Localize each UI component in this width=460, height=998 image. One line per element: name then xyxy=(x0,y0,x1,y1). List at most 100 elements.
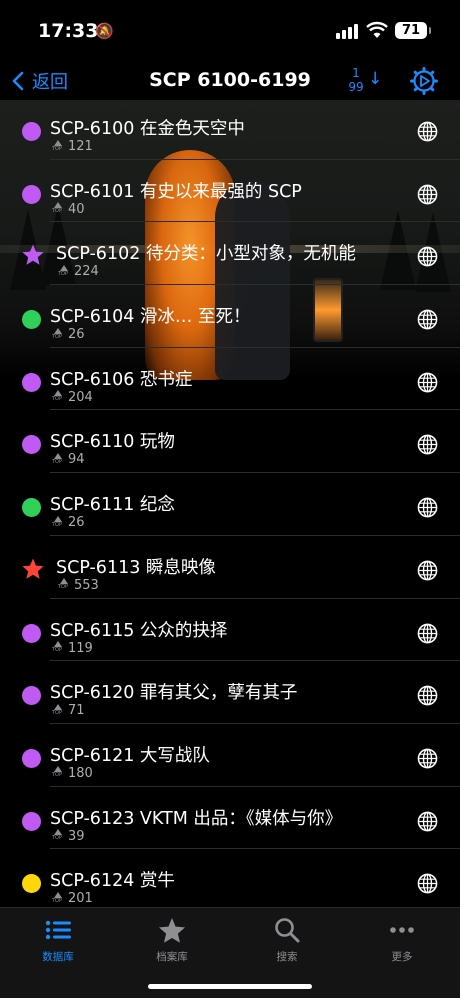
classification-dot xyxy=(22,184,41,204)
tab-label: 搜索 xyxy=(276,951,298,963)
item-rating: 224 xyxy=(58,264,99,279)
list-item[interactable]: SCP-6115 公众的抉择119 xyxy=(0,599,460,662)
item-title: SCP-6113 瞬息映像 xyxy=(56,557,216,578)
globe-icon[interactable] xyxy=(417,811,438,832)
tab-archive[interactable]: 档案库 xyxy=(132,914,212,964)
status-bar: 17:33 🔕 71 xyxy=(0,0,460,58)
item-rating: 26 xyxy=(52,327,85,342)
rating-value: 204 xyxy=(68,389,93,405)
tab-search[interactable]: 搜索 xyxy=(247,914,327,964)
top-rating-icon xyxy=(52,641,64,655)
settings-gear-icon[interactable] xyxy=(410,67,438,95)
list-item[interactable]: SCP-6124 赏牛201 xyxy=(0,849,460,912)
top-rating-icon xyxy=(52,703,64,718)
classification-dot xyxy=(22,498,41,518)
item-title: SCP-6101 有史以来最强的 SCP xyxy=(50,181,302,202)
wifi-icon xyxy=(366,21,388,38)
item-title: SCP-6106 恐书症 xyxy=(50,369,193,390)
globe-icon[interactable] xyxy=(417,434,438,455)
list-icon xyxy=(45,920,71,940)
item-title: SCP-6121 大写战队 xyxy=(50,745,210,766)
item-rating: 201 xyxy=(52,891,93,906)
rating-value: 119 xyxy=(68,640,93,656)
item-title: SCP-6104 滑冰… 至死！ xyxy=(50,307,251,328)
globe-icon[interactable] xyxy=(417,685,438,706)
globe-icon[interactable] xyxy=(417,184,438,205)
list-item[interactable]: SCP-6121 大写战队180 xyxy=(0,724,460,787)
classification-star-icon xyxy=(22,244,44,266)
list-item[interactable]: SCP-6101 有史以来最强的 SCP40 xyxy=(0,160,460,223)
globe-icon[interactable] xyxy=(417,748,438,769)
list-item[interactable]: SCP-6106 恐书症204 xyxy=(0,348,460,411)
classification-dot xyxy=(22,811,41,831)
item-rating: 121 xyxy=(52,139,93,154)
tab-label: 更多 xyxy=(391,951,413,963)
globe-icon[interactable] xyxy=(417,873,438,894)
item-rating: 39 xyxy=(52,829,85,844)
search-icon xyxy=(275,918,300,943)
arrow-down-icon[interactable]: ↓ xyxy=(368,69,382,89)
item-title: SCP-6102 待分类：小型对象，无机能 xyxy=(56,244,356,265)
list-item[interactable]: SCP-6110 玩物94 xyxy=(0,410,460,474)
sort-range-end: 99 xyxy=(348,80,364,94)
item-title: SCP-6111 纪念 xyxy=(50,495,175,516)
list-item[interactable]: SCP-6120 罪有其父，孽有其子71 xyxy=(0,661,460,724)
more-icon xyxy=(390,927,414,933)
rating-value: 180 xyxy=(68,765,93,781)
rating-value: 553 xyxy=(74,577,99,593)
list-item[interactable]: SCP-6123 VKTM 出品：《媒体与你》39 xyxy=(0,787,460,850)
classification-dot xyxy=(22,686,41,706)
globe-icon[interactable] xyxy=(417,372,438,393)
globe-icon[interactable] xyxy=(417,309,438,330)
top-rating-icon xyxy=(52,202,64,216)
rating-value: 26 xyxy=(68,327,85,343)
item-rating: 119 xyxy=(52,641,93,656)
top-rating-icon xyxy=(52,327,64,342)
rating-value: 224 xyxy=(74,264,99,280)
classification-dot xyxy=(22,748,41,768)
tab-label: 数据库 xyxy=(42,951,74,963)
tab-more[interactable]: 更多 xyxy=(362,914,442,964)
tab-database[interactable]: 数据库 xyxy=(18,914,98,964)
top-rating-icon xyxy=(52,829,64,843)
sort-button[interactable]: 1 99 xyxy=(345,66,367,94)
classification-dot xyxy=(22,372,41,392)
top-rating-icon xyxy=(52,452,64,467)
top-rating-icon xyxy=(52,390,64,404)
globe-icon[interactable] xyxy=(417,121,438,142)
scp-list: SCP-6100 在金色天空中121SCP-6101 有史以来最强的 SCP40… xyxy=(0,97,460,912)
globe-icon[interactable] xyxy=(417,623,438,644)
globe-icon[interactable] xyxy=(417,246,438,267)
item-rating: 94 xyxy=(52,452,85,467)
star-icon xyxy=(159,917,185,943)
top-rating-icon xyxy=(52,766,64,780)
item-rating: 40 xyxy=(52,202,85,217)
top-rating-icon xyxy=(58,578,70,592)
item-title: SCP-6100 在金色天空中 xyxy=(50,119,245,139)
item-rating: 204 xyxy=(52,390,93,405)
list-item[interactable]: SCP-6111 纪念26 xyxy=(0,473,460,536)
cellular-signal-icon xyxy=(336,24,358,39)
classification-dot xyxy=(22,122,41,141)
rating-value: 39 xyxy=(68,828,85,844)
top-rating-icon xyxy=(52,515,64,530)
top-rating-icon xyxy=(58,264,70,279)
page-title: SCP 6100-6199 xyxy=(149,69,311,91)
rating-value: 94 xyxy=(68,452,85,468)
classification-star-icon xyxy=(22,558,44,579)
list-item[interactable]: SCP-6113 瞬息映像553 xyxy=(0,536,460,599)
top-rating-icon xyxy=(52,139,64,154)
classification-dot xyxy=(22,310,41,330)
rating-value: 201 xyxy=(68,891,93,907)
list-item[interactable]: SCP-6100 在金色天空中121 xyxy=(0,97,460,160)
globe-icon[interactable] xyxy=(417,497,438,518)
list-item[interactable]: SCP-6102 待分类：小型对象，无机能224 xyxy=(0,222,460,286)
item-rating: 26 xyxy=(52,515,85,530)
globe-icon[interactable] xyxy=(417,560,438,581)
list-item[interactable]: SCP-6104 滑冰… 至死！26 xyxy=(0,285,460,348)
rating-value: 40 xyxy=(68,201,85,217)
item-rating: 180 xyxy=(52,766,93,781)
item-title: SCP-6124 赏牛 xyxy=(50,871,175,892)
item-rating: 553 xyxy=(58,578,99,593)
item-title: SCP-6123 VKTM 出品：《媒体与你》 xyxy=(50,808,343,829)
